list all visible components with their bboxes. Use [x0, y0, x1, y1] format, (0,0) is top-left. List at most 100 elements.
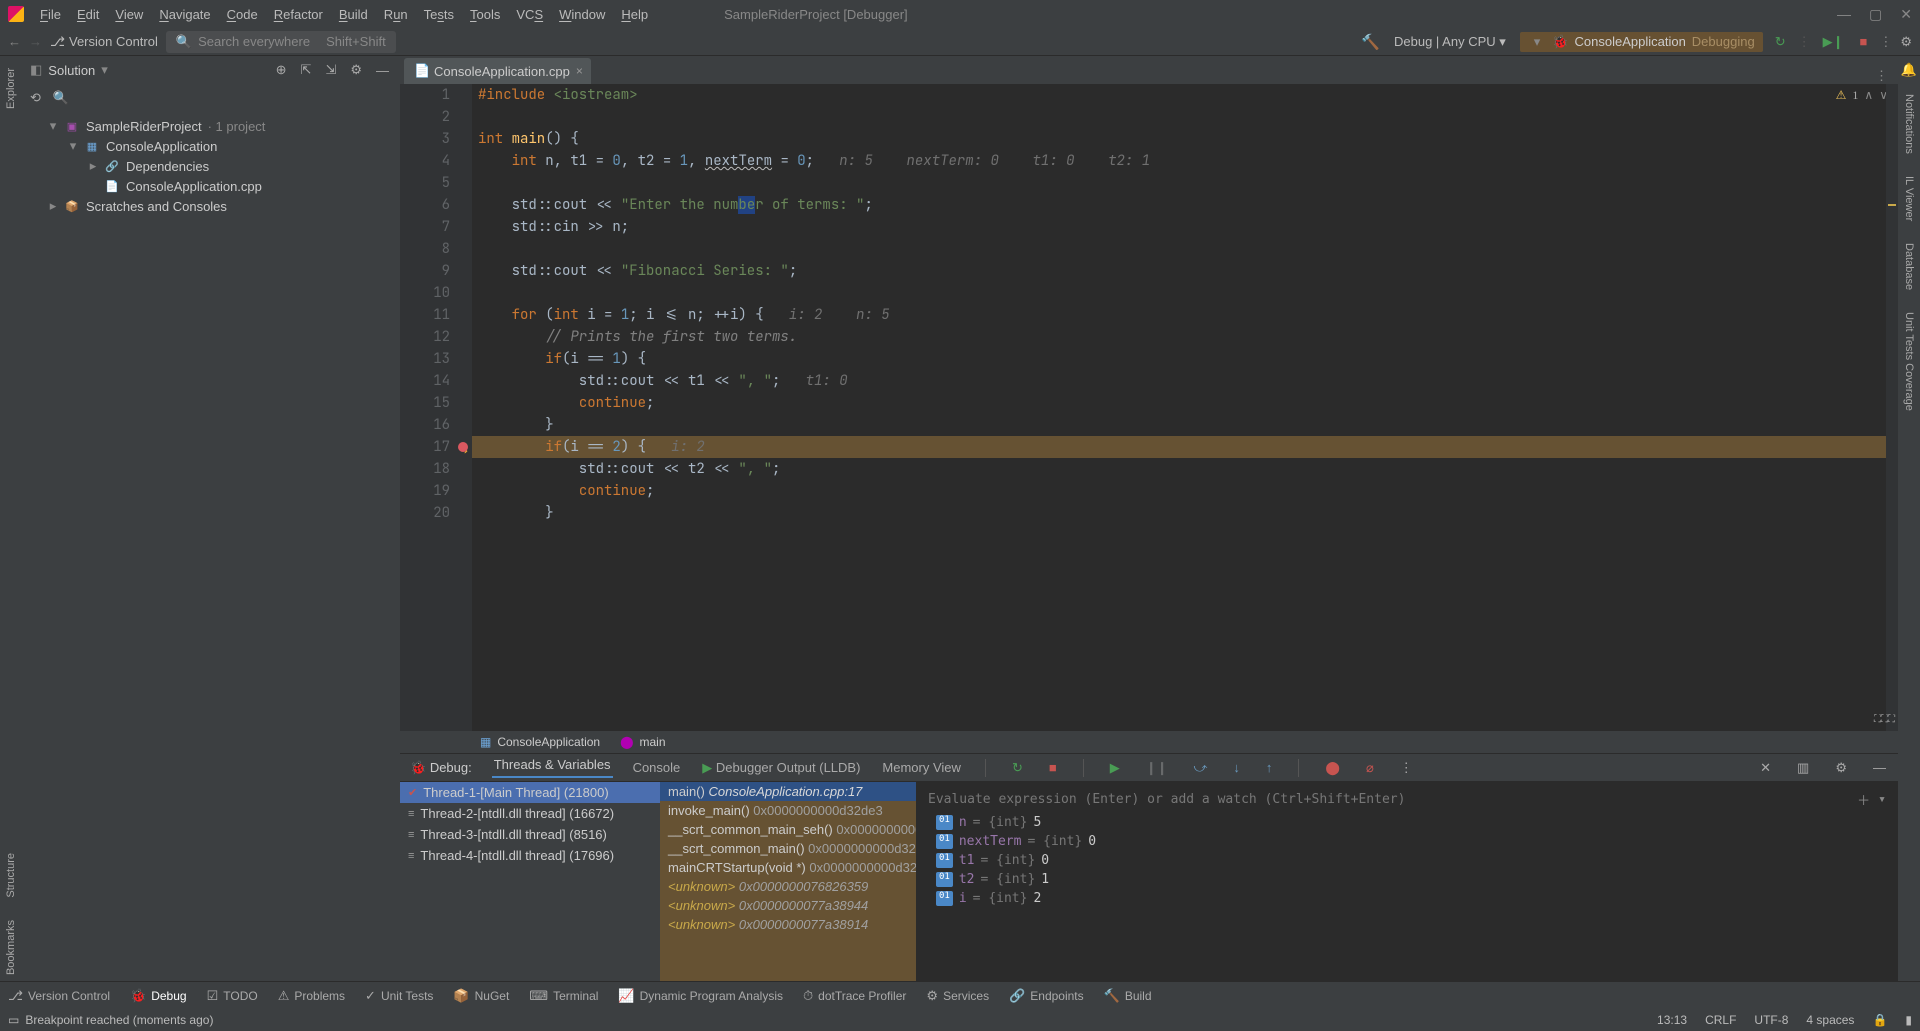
frame-row[interactable]: invoke_main() 0x0000000000d32de3 — [660, 801, 916, 820]
menu-code[interactable]: Code — [227, 7, 258, 22]
thread-row[interactable]: ≡Thread-3-[ntdll.dll thread] (8516) — [400, 824, 660, 845]
menu-tools[interactable]: Tools — [470, 7, 500, 22]
explorer-tab[interactable]: Explorer — [5, 62, 17, 115]
stop-icon[interactable]: ■ — [1855, 34, 1871, 49]
tree-dependencies[interactable]: ▸🔗 Dependencies — [22, 156, 400, 176]
bottom-problems[interactable]: ⚠Problems — [278, 988, 345, 1004]
database-tab[interactable]: Database — [1903, 237, 1915, 296]
debug-tab-memory[interactable]: Memory View — [880, 760, 963, 775]
step-into-icon[interactable]: ↓ — [1229, 760, 1244, 775]
bell-icon[interactable]: 🔔 — [1901, 62, 1917, 78]
caret-position[interactable]: 13:13 — [1657, 1013, 1687, 1027]
debug-tab-console[interactable]: Console — [631, 760, 683, 775]
minimize-icon[interactable]: — — [1837, 6, 1851, 23]
coverage-tab[interactable]: Unit Tests Coverage — [1903, 306, 1915, 417]
menu-navigate[interactable]: Navigate — [159, 7, 210, 22]
sync-icon[interactable]: ⟲ — [30, 90, 41, 106]
debug-settings-icon[interactable]: ⚙ — [1831, 760, 1851, 776]
frame-row[interactable]: main() ConsoleApplication.cpp:17 — [660, 782, 916, 801]
resume-icon[interactable]: ▶❙ — [1819, 34, 1848, 50]
chevron-up-icon[interactable]: ∧ — [1864, 88, 1873, 103]
settings-icon[interactable]: ⚙ — [1900, 34, 1912, 50]
maximize-icon[interactable]: ▢ — [1869, 6, 1882, 23]
search-icon[interactable]: 🔍 — [53, 90, 69, 106]
debug-tab-threads[interactable]: Threads & Variables — [492, 757, 613, 778]
step-over-icon[interactable]: ⤻ — [1190, 760, 1212, 776]
bottom-nuget[interactable]: 📦NuGet — [453, 988, 509, 1004]
rerun-debug-icon[interactable]: ↻ — [1008, 760, 1027, 776]
minimize-panel-icon[interactable]: — — [373, 63, 392, 78]
menu-build[interactable]: Build — [339, 7, 368, 22]
layout-icon[interactable]: ▥ — [1793, 760, 1813, 776]
search-everywhere[interactable]: 🔍 Search everywhere Shift+Shift — [166, 31, 396, 53]
thread-row[interactable]: ✔Thread-1-[Main Thread] (21800) — [400, 782, 660, 803]
editor-area[interactable]: ⚠ 1 ∧ ∨ 1 2 3 4 5 6 7 8 9 10 11 12 13 14… — [400, 84, 1898, 731]
bottom-debug[interactable]: 🐞Debug — [130, 988, 187, 1004]
menu-view[interactable]: View — [115, 7, 143, 22]
nav-forward-icon[interactable]: → — [29, 34, 42, 49]
watch-dropdown-icon[interactable]: ▾ — [1878, 792, 1886, 807]
frame-row[interactable]: <unknown> 0x0000000077a38914 — [660, 915, 916, 934]
variable-row[interactable]: 01i= {int}2 — [916, 889, 1898, 908]
mute-breakpoints-icon[interactable]: ⌀ — [1362, 760, 1378, 776]
chevron-down-icon[interactable]: ▾ — [1528, 34, 1547, 50]
editor-tab[interactable]: 📄 ConsoleApplication.cpp × — [404, 58, 591, 84]
bottom-services[interactable]: ⚙Services — [926, 988, 989, 1004]
menu-vcs[interactable]: VCS — [516, 7, 543, 22]
bottom-vc[interactable]: ⎇Version Control — [8, 988, 110, 1004]
nav-back-icon[interactable]: ← — [8, 34, 21, 49]
bottom-dottrace[interactable]: ⏱dotTrace Profiler — [803, 988, 906, 1004]
menu-help[interactable]: Help — [621, 7, 648, 22]
code-content[interactable]: #include <iostream> int main() { int n, … — [472, 84, 1898, 731]
step-out-icon[interactable]: ↑ — [1262, 760, 1277, 775]
il-viewer-tab[interactable]: IL Viewer — [1903, 170, 1915, 227]
close-icon[interactable]: ✕ — [1900, 6, 1912, 23]
breakpoints-icon[interactable]: ⬤ — [1321, 760, 1344, 776]
editor-gutter[interactable]: 1 2 3 4 5 6 7 8 9 10 11 12 13 14 15 16 1… — [400, 84, 472, 731]
more-actions-icon[interactable]: ⋮ — [1879, 34, 1892, 50]
editor-inspection-status[interactable]: ⚠ 1 ∧ ∨ — [1836, 88, 1888, 103]
close-tab-icon[interactable]: × — [576, 64, 583, 78]
stop-debug-icon[interactable]: ■ — [1045, 760, 1061, 775]
indent-setting[interactable]: 4 spaces — [1806, 1013, 1854, 1027]
build-hammer-icon[interactable]: 🔨 — [1361, 33, 1380, 51]
close-debug-icon[interactable]: ✕ — [1756, 760, 1775, 776]
bottom-todo[interactable]: ☑TODO — [207, 988, 258, 1004]
line-separator[interactable]: CRLF — [1705, 1013, 1736, 1027]
bottom-dpa[interactable]: 📈Dynamic Program Analysis — [618, 988, 783, 1004]
menu-window[interactable]: Window — [559, 7, 605, 22]
evaluate-expression-input[interactable]: Evaluate expression (Enter) or add a wat… — [916, 786, 1898, 813]
thread-row[interactable]: ≡Thread-2-[ntdll.dll thread] (16672) — [400, 803, 660, 824]
structure-tab[interactable]: Structure — [5, 847, 17, 904]
frame-row[interactable]: <unknown> 0x0000000076826359 — [660, 877, 916, 896]
expand-all-icon[interactable]: ⇱ — [298, 62, 315, 78]
menu-file[interactable]: File — [40, 7, 61, 22]
breadcrumb-project[interactable]: ▦ConsoleApplication — [480, 735, 600, 749]
menu-tests[interactable]: Tests — [424, 7, 454, 22]
bottom-build[interactable]: 🔨Build — [1104, 988, 1152, 1004]
gear-icon[interactable]: ⚙ — [347, 62, 365, 78]
minimize-debug-icon[interactable]: — — [1869, 760, 1890, 775]
bottom-endpoints[interactable]: 🔗Endpoints — [1009, 988, 1084, 1004]
frame-row[interactable]: __scrt_common_main() 0x0000000000d32acd — [660, 839, 916, 858]
markbar[interactable]: ⛶⛶⛶ — [1886, 84, 1898, 731]
lock-icon[interactable]: 🔒 — [1872, 1013, 1887, 1027]
resume-debug-icon[interactable]: ▶ — [1106, 760, 1124, 776]
menu-refactor[interactable]: Refactor — [274, 7, 323, 22]
debug-tab-output[interactable]: ▶ Debugger Output (LLDB) — [700, 760, 862, 776]
locate-icon[interactable]: ⊕ — [273, 62, 290, 78]
collapse-all-icon[interactable]: ⇲ — [322, 62, 339, 78]
tree-root[interactable]: ▾▣ SampleRiderProject · 1 project — [22, 116, 400, 136]
editor-more-icon[interactable]: ⋮ — [1865, 68, 1898, 84]
rerun-icon[interactable]: ↻ — [1771, 34, 1790, 50]
variable-row[interactable]: 01nextTerm= {int}0 — [916, 832, 1898, 851]
breakpoint-icon[interactable] — [458, 442, 468, 452]
bottom-terminal[interactable]: ⌨Terminal — [529, 988, 598, 1004]
version-control-button[interactable]: ⎇ Version Control — [50, 34, 158, 50]
tree-source-file[interactable]: 📄 ConsoleApplication.cpp — [22, 176, 400, 196]
encoding[interactable]: UTF-8 — [1754, 1013, 1788, 1027]
variable-row[interactable]: 01t2= {int}1 — [916, 870, 1898, 889]
run-config-dropdown[interactable]: Debug | Any CPU ▾ — [1388, 34, 1512, 50]
frame-row[interactable]: mainCRTStartup(void *) 0x0000000000d32e6… — [660, 858, 916, 877]
debug-more-icon[interactable]: ⋮ — [1396, 760, 1417, 776]
